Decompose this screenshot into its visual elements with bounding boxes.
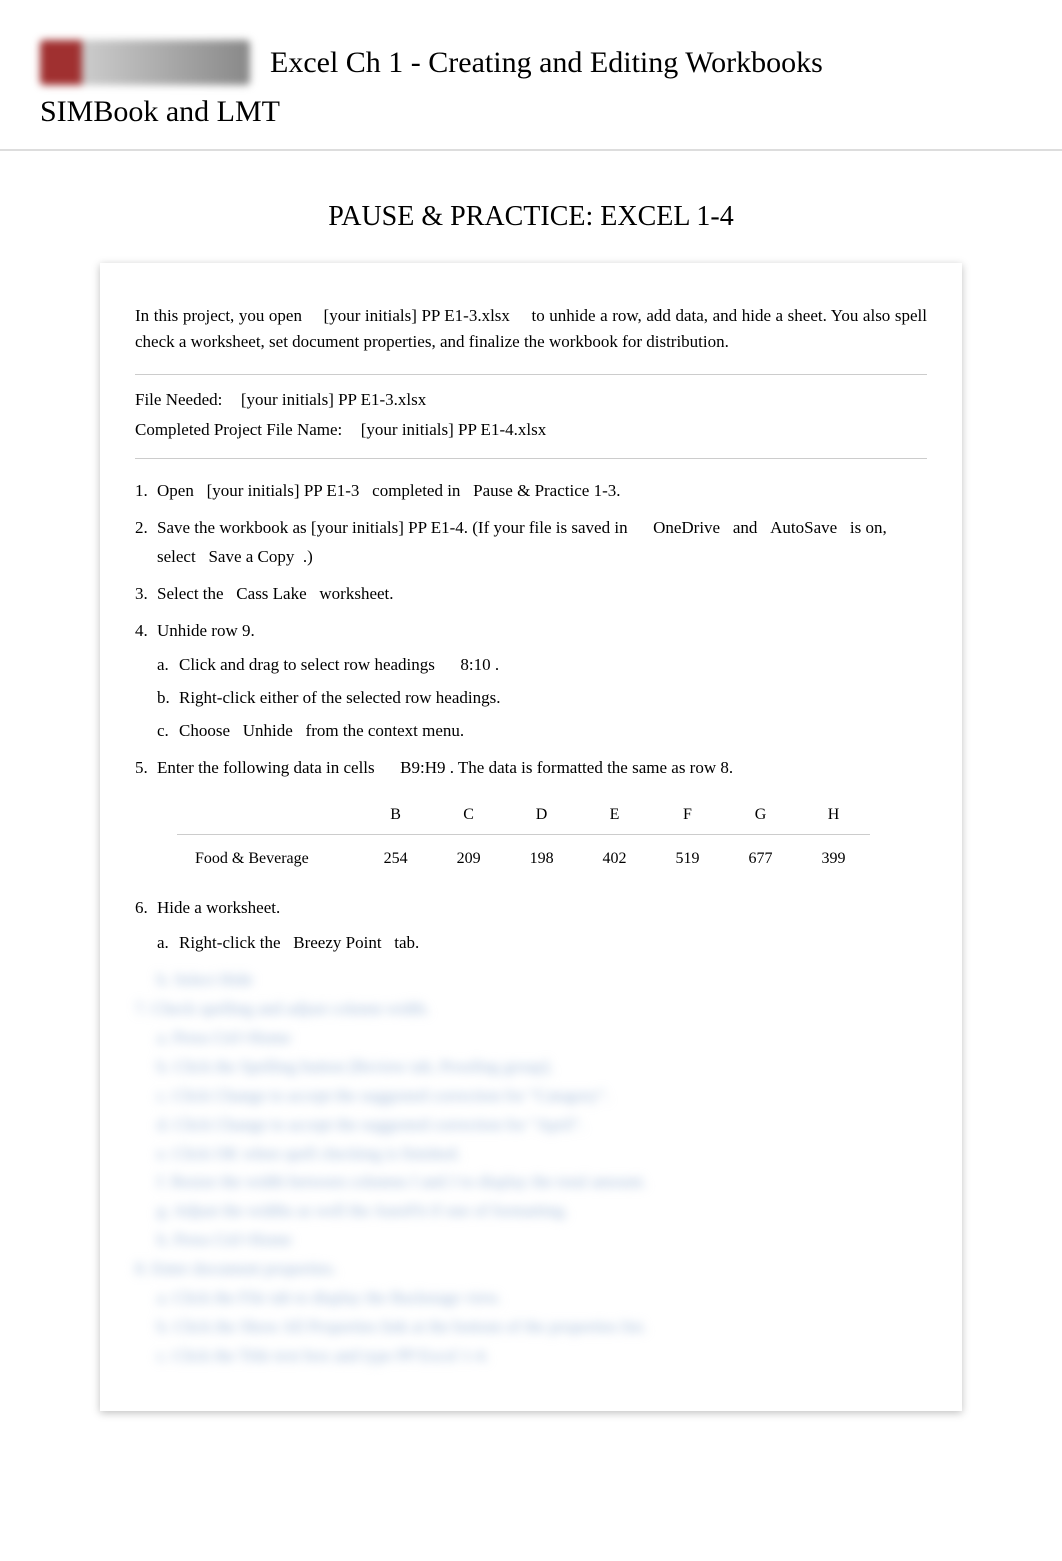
data-entry-table: B C D E F G H Food & Beverage 254 209 19 xyxy=(177,795,870,882)
table-row: Food & Beverage 254 209 198 402 519 677 … xyxy=(177,835,870,883)
cell-g: 677 xyxy=(724,835,797,883)
file-needed-value: [your initials] PP E1-3.xlsx xyxy=(241,390,426,409)
blurred-line: c. Click Change to accept the suggested … xyxy=(157,1082,927,1111)
step-2: Save the workbook as [your initials] PP … xyxy=(135,514,927,572)
cell-f: 519 xyxy=(651,835,724,883)
blurred-line: g. Adjust the widths as well the AutoFit… xyxy=(157,1197,927,1226)
th-d: D xyxy=(505,795,578,835)
blurred-line: 8. Enter document properties. xyxy=(135,1255,927,1284)
file-info-block: File Needed: [your initials] PP E1-3.xls… xyxy=(135,374,927,459)
step-5: Enter the following data in cells B9:H9 … xyxy=(135,754,927,882)
th-c: C xyxy=(432,795,505,835)
blurred-line: 7. Check spelling and adjust column widt… xyxy=(135,995,927,1024)
th-e: E xyxy=(578,795,651,835)
th-b: B xyxy=(359,795,432,835)
blurred-line: e. Click OK when spell checking is finis… xyxy=(157,1140,927,1169)
th-blank xyxy=(177,795,359,835)
cell-h: 399 xyxy=(797,835,870,883)
cell-b: 254 xyxy=(359,835,432,883)
blurred-line: f. Resize the width between columns I an… xyxy=(157,1168,927,1197)
blurred-line: b. Click the Show All Properties link at… xyxy=(157,1313,927,1342)
logo-image xyxy=(40,40,250,85)
th-g: G xyxy=(724,795,797,835)
blurred-line: a. Press Ctrl+Home xyxy=(157,1024,927,1053)
document-page: In this project, you open [your initials… xyxy=(100,263,962,1411)
file-needed-label: File Needed: xyxy=(135,390,222,409)
th-h: H xyxy=(797,795,870,835)
step-4: Unhide row 9. Click and drag to select r… xyxy=(135,617,927,747)
page-header: Excel Ch 1 - Creating and Editing Workbo… xyxy=(0,0,1062,151)
step-6a: Right-click the Breezy Point tab. xyxy=(157,929,927,958)
blurred-line: h. Press Ctrl+Home xyxy=(157,1226,927,1255)
step-4c: Choose Unhide from the context menu. xyxy=(157,717,927,746)
blurred-line: b. Select Hide xyxy=(157,966,927,995)
header-subtitle: SIMBook and LMT xyxy=(40,95,1022,129)
blurred-line: b. Click the Spelling button [Review tab… xyxy=(157,1053,927,1082)
cell-c: 209 xyxy=(432,835,505,883)
blurred-content-region: b. Select Hide 7. Check spelling and adj… xyxy=(135,966,927,1370)
completed-file-value: [your initials] PP E1-4.xlsx xyxy=(361,420,546,439)
steps-list: Open [your initials] PP E1-3 completed i… xyxy=(135,477,927,958)
cell-e: 402 xyxy=(578,835,651,883)
th-f: F xyxy=(651,795,724,835)
step-6: Hide a worksheet. Right-click the Breezy… xyxy=(135,894,927,958)
completed-file-label: Completed Project File Name: xyxy=(135,420,342,439)
blurred-line: c. Click the Title text box and type PP … xyxy=(157,1342,927,1371)
header-title: Excel Ch 1 - Creating and Editing Workbo… xyxy=(270,46,823,80)
row-label: Food & Beverage xyxy=(177,835,359,883)
intro-paragraph: In this project, you open [your initials… xyxy=(135,303,927,354)
step-3: Select the Cass Lake worksheet. xyxy=(135,580,927,609)
blurred-line: a. Click the File tab to display the Bac… xyxy=(157,1284,927,1313)
cell-d: 198 xyxy=(505,835,578,883)
blurred-line: d. Click Change to accept the suggested … xyxy=(157,1111,927,1140)
section-title: PAUSE & PRACTICE: EXCEL 1-4 xyxy=(0,201,1062,233)
step-4b: Right-click either of the selected row h… xyxy=(157,684,927,713)
step-1: Open [your initials] PP E1-3 completed i… xyxy=(135,477,927,506)
step-4a: Click and drag to select row headings 8:… xyxy=(157,651,927,680)
